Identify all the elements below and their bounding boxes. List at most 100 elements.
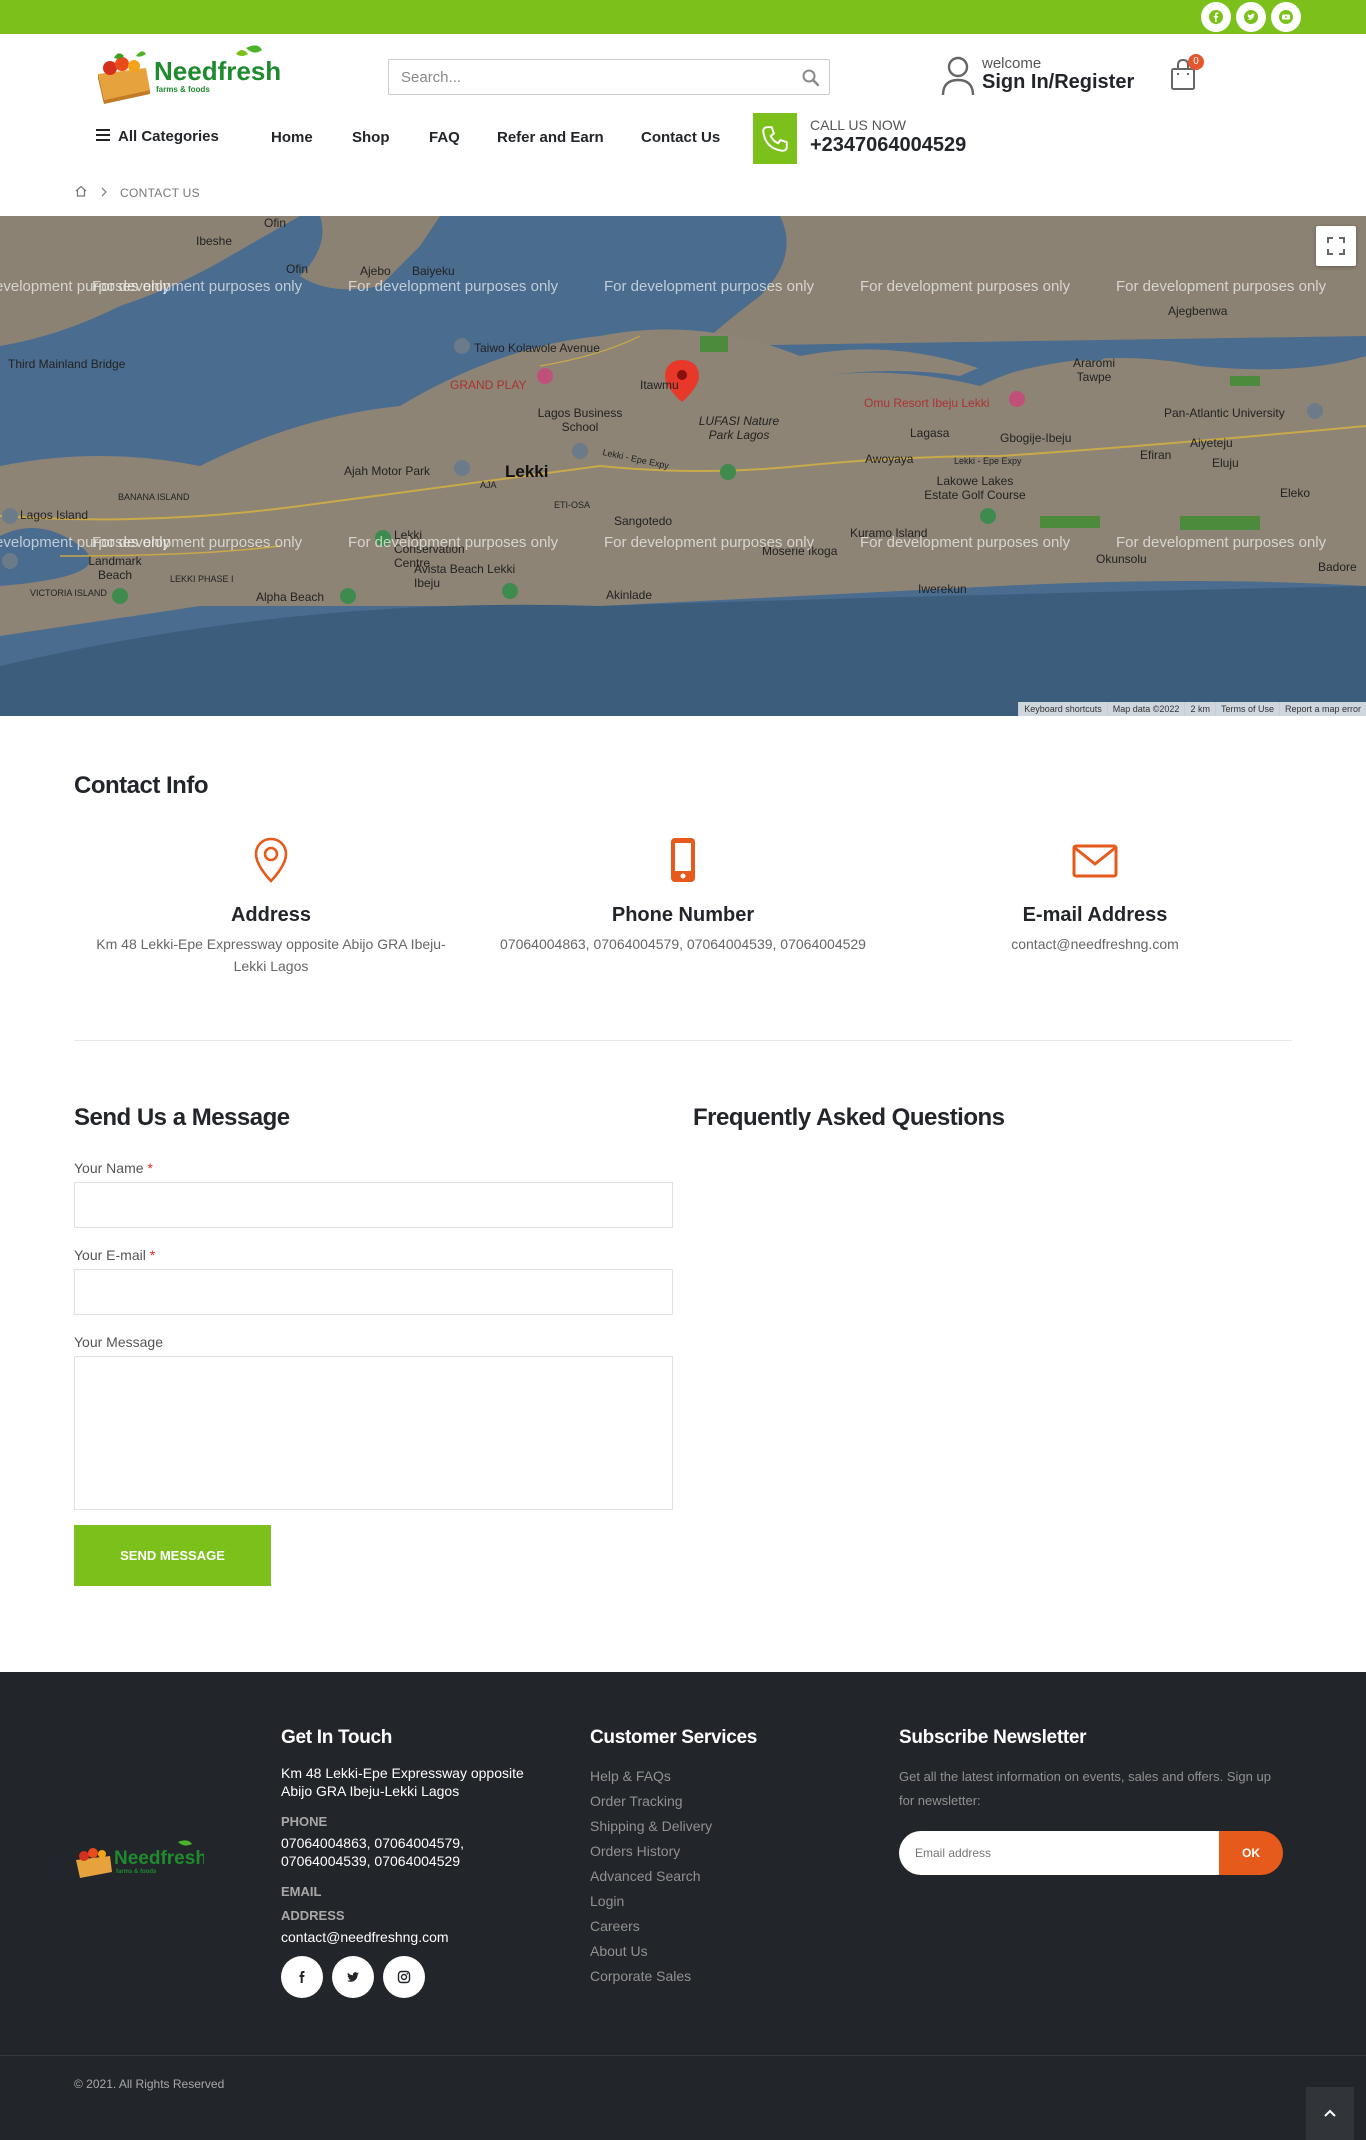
- facebook-icon[interactable]: [281, 1956, 323, 1998]
- footer-link-shipping-delivery[interactable]: Shipping & Delivery: [590, 1818, 712, 1834]
- newsletter-email-input[interactable]: [899, 1831, 1220, 1875]
- contact-info-heading: Contact Info: [74, 772, 208, 799]
- map-scale[interactable]: 2 km: [1184, 702, 1215, 716]
- footer-link-orders-history[interactable]: Orders History: [590, 1843, 680, 1859]
- logo-basket-icon: [76, 1848, 112, 1878]
- map-report-error-link[interactable]: Report a map error: [1278, 702, 1366, 716]
- map-attribution: Keyboard shortcuts Map data ©2022 2 km T…: [1018, 702, 1366, 716]
- address-text: Km 48 Lekki-Epe Expressway opposite Abij…: [96, 936, 446, 974]
- signin-link[interactable]: Sign In/Register: [982, 71, 1134, 94]
- logo-tagline: farms & foods: [156, 85, 210, 94]
- map-label: Awoyaya: [865, 452, 914, 466]
- email-field[interactable]: [75, 1270, 672, 1314]
- location-map[interactable]: Ofin Ibeshe Ofin Ajebo Baiyeku Ajegbenwa…: [0, 216, 1366, 716]
- map-label: Iwerekun: [918, 582, 967, 596]
- mobile-phone-icon: [663, 836, 703, 884]
- back-to-top-button[interactable]: [1306, 2087, 1354, 2140]
- fullscreen-icon[interactable]: [1316, 226, 1356, 266]
- search-input[interactable]: [389, 60, 829, 94]
- footer-logo[interactable]: Needfresh farms & foods: [74, 1838, 207, 1888]
- phone-text: 07064004863, 07064004579, 07064004539, 0…: [500, 936, 866, 952]
- name-field[interactable]: [75, 1183, 672, 1227]
- map-label: Avista Beach Lekki Ibeju: [414, 562, 516, 590]
- nav-refer-and-earn[interactable]: Refer and Earn: [497, 129, 604, 146]
- customer-services-heading: Customer Services: [590, 1727, 758, 1748]
- breadcrumb-current: CONTACT US: [120, 185, 200, 200]
- footer-link-about-us[interactable]: About Us: [590, 1943, 648, 1959]
- map-watermark: For development purposes only: [860, 534, 1071, 551]
- map-watermark: For development purposes only: [604, 534, 815, 551]
- all-categories-label: All Categories: [118, 128, 219, 145]
- user-icon[interactable]: [940, 54, 976, 96]
- map-label: Aiyeteju: [1190, 436, 1233, 450]
- footer-link-order-tracking[interactable]: Order Tracking: [590, 1793, 683, 1809]
- newsletter-input-wrapper: [899, 1831, 1220, 1875]
- map-label: Ibeshe: [196, 234, 233, 248]
- youtube-icon[interactable]: [1271, 2, 1301, 32]
- footer-link-login[interactable]: Login: [590, 1893, 624, 1909]
- call-us-label: CALL US NOW: [810, 117, 906, 133]
- twitter-icon[interactable]: [1236, 2, 1266, 32]
- footer-logo-tagline: farms & foods: [116, 1869, 157, 1875]
- required-mark: *: [147, 1160, 153, 1176]
- map-label: Lagos Business School: [537, 406, 623, 434]
- newsletter-description: Get all the latest information on events…: [899, 1769, 1271, 1808]
- email-field-wrapper: [74, 1269, 673, 1315]
- message-field[interactable]: [75, 1357, 672, 1509]
- map-label: Badore: [1318, 560, 1357, 574]
- footer-email[interactable]: contact@needfreshng.com: [281, 1928, 449, 1946]
- map-label: BANANA ISLAND: [118, 492, 190, 502]
- footer-phone-label: PHONE: [281, 1814, 328, 1829]
- map-watermark: For development purposes only: [1116, 534, 1327, 551]
- nav-contact-us[interactable]: Contact Us: [641, 129, 720, 146]
- all-categories-menu[interactable]: All Categories: [96, 128, 219, 145]
- nav-home[interactable]: Home: [271, 129, 313, 146]
- facebook-icon[interactable]: [1201, 2, 1231, 32]
- nav-shop[interactable]: Shop: [352, 129, 390, 146]
- map-label: Pan-Atlantic University: [1164, 406, 1285, 420]
- name-label: Your Name *: [74, 1160, 153, 1176]
- newsletter-heading: Subscribe Newsletter: [899, 1727, 1087, 1748]
- map-label: LUFASI Nature Park Lagos: [698, 414, 780, 442]
- map-keyboard-shortcuts[interactable]: Keyboard shortcuts: [1018, 702, 1107, 716]
- envelope-icon: [1071, 836, 1119, 884]
- phone-icon: [753, 113, 797, 164]
- footer-link-corporate-sales[interactable]: Corporate Sales: [590, 1968, 691, 1984]
- map-label: AJA: [480, 480, 497, 490]
- map-watermark: For development purposes only: [92, 534, 303, 551]
- send-message-button[interactable]: SEND MESSAGE: [74, 1525, 271, 1586]
- search-icon[interactable]: [801, 68, 821, 88]
- home-icon[interactable]: [74, 184, 88, 201]
- footer-link-careers[interactable]: Careers: [590, 1918, 640, 1934]
- hamburger-icon: [96, 128, 110, 145]
- footer-link-help-faqs[interactable]: Help & FAQs: [590, 1768, 671, 1784]
- welcome-text: welcome: [982, 55, 1042, 72]
- map-label: Landmark Beach: [88, 554, 142, 582]
- map-terms-link[interactable]: Terms of Use: [1214, 702, 1279, 716]
- map-label: GRAND PLAY: [450, 378, 527, 392]
- chevron-up-icon: [1323, 2105, 1337, 2123]
- call-us-number[interactable]: +2347064004529: [810, 134, 966, 157]
- map-label: Alpha Beach: [256, 590, 325, 604]
- instagram-icon[interactable]: [383, 1956, 425, 1998]
- map-label: Okunsolu: [1096, 552, 1147, 566]
- phone-info: Phone Number 07064004863, 07064004579, 0…: [493, 836, 873, 955]
- chevron-right-icon: [100, 186, 108, 200]
- map-label: Lekki: [505, 462, 549, 481]
- map-label: Ajebo: [360, 264, 391, 278]
- message-label: Your Message: [74, 1334, 163, 1350]
- send-message-heading: Send Us a Message: [74, 1104, 290, 1131]
- breadcrumb: CONTACT US: [74, 184, 200, 201]
- newsletter-submit-button[interactable]: OK: [1219, 1831, 1283, 1875]
- footer-link-advanced-search[interactable]: Advanced Search: [590, 1868, 701, 1884]
- map-label: Lagasa: [910, 426, 950, 440]
- footer-address: Km 48 Lekki-Epe Expressway opposite Abij…: [281, 1765, 524, 1799]
- twitter-icon[interactable]: [332, 1956, 374, 1998]
- map-watermark: For development purposes only: [348, 534, 559, 551]
- email-label: Your E-mail *: [74, 1247, 155, 1263]
- map-watermark: For development purposes only: [348, 278, 559, 295]
- nav-faq[interactable]: FAQ: [429, 129, 460, 146]
- required-mark: *: [149, 1247, 156, 1263]
- site-logo[interactable]: Needfresh farms & foods: [96, 44, 281, 110]
- map-label: Araromi Tawpe: [1072, 356, 1115, 384]
